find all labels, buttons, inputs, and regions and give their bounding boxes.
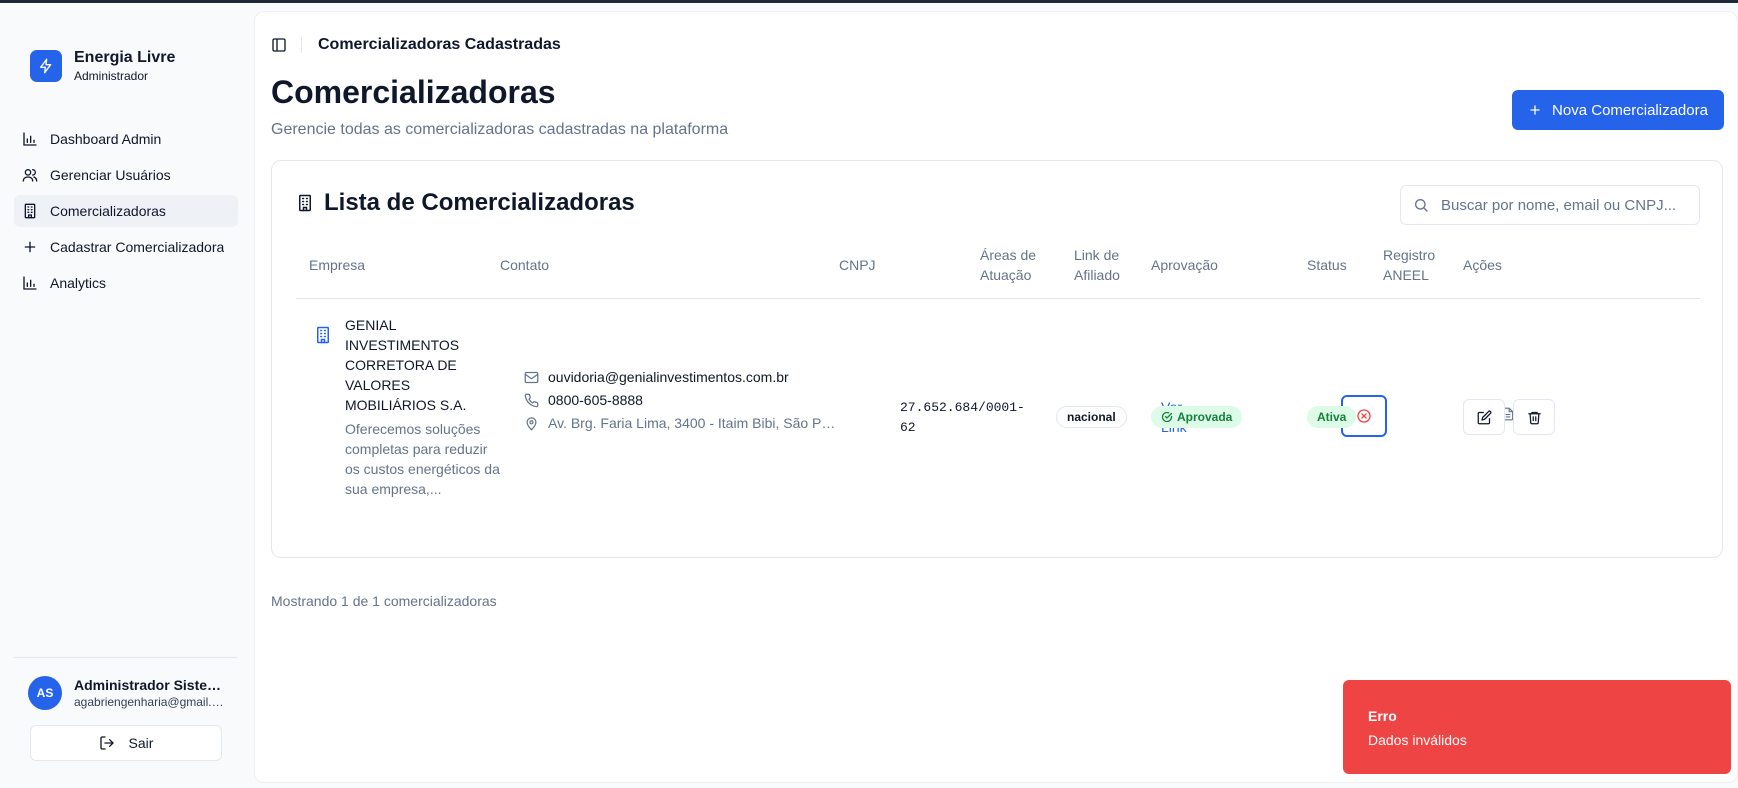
- logout-icon: [99, 736, 114, 750]
- column-header-registro: Registro ANEEL: [1383, 245, 1435, 285]
- edit-icon: [1477, 410, 1491, 424]
- contact-email: ouvidoria@genialinvestimentos.com.br: [524, 369, 789, 385]
- sidebar-item-label: Analytics: [50, 275, 107, 291]
- bar-chart-icon: [23, 132, 37, 146]
- column-header-status: Status: [1307, 257, 1347, 273]
- main-panel: Comercializadoras Cadastradas Comerciali…: [254, 11, 1738, 783]
- contact-phone-text: 0800-605-8888: [548, 392, 643, 408]
- map-pin-icon: [526, 416, 537, 431]
- search-input[interactable]: [1441, 196, 1691, 214]
- sidebar-item-label: Cadastrar Comercializadora: [50, 239, 225, 255]
- approval-badge: Aprovada: [1151, 406, 1243, 428]
- sidebar: Energia Livre Administrador Dashboard Ad…: [0, 3, 252, 788]
- building-icon: [317, 326, 329, 344]
- card-title: Lista de Comercializadoras: [296, 189, 635, 217]
- contact-phone: 0800-605-8888: [524, 392, 643, 408]
- column-header-aprovacao: Aprovação: [1151, 257, 1218, 273]
- building-icon: [299, 194, 311, 212]
- card-title-text: Lista de Comercializadoras: [324, 189, 635, 216]
- table-header-divider: [296, 298, 1700, 299]
- column-header-line: Registro: [1383, 247, 1436, 263]
- sidebar-item-dashboard-admin[interactable]: Dashboard Admin: [14, 123, 238, 155]
- mail-icon: [524, 371, 539, 383]
- trash-icon: [1527, 411, 1541, 424]
- comercializadoras-card: Lista de Comercializadoras Empresa Conta…: [271, 160, 1723, 558]
- brand-subtitle: Administrador: [74, 69, 149, 83]
- contact-email-text: ouvidoria@genialinvestimentos.com.br: [548, 369, 789, 385]
- breadcrumb: Comercializadoras Cadastradas: [318, 36, 561, 53]
- column-header-line: Afiliado: [1074, 267, 1120, 283]
- user-name: Administrador Sistema: [74, 677, 224, 693]
- column-header-empresa: Empresa: [309, 257, 366, 273]
- phone-icon: [524, 393, 539, 407]
- column-header-line: Link de: [1074, 247, 1120, 263]
- brand-title: Energia Livre: [74, 49, 176, 66]
- brand[interactable]: Energia Livre Administrador: [30, 48, 175, 84]
- search-box[interactable]: [1400, 185, 1700, 225]
- sidebar-item-gerenciar-usuarios[interactable]: Gerenciar Usuários: [14, 159, 238, 191]
- window-top-border: [0, 0, 1738, 3]
- contact-address-text: Av. Brg. Faria Lima, 3400 - Itaim Bibi, …: [548, 415, 838, 431]
- approval-badge-text: Aprovada: [1177, 410, 1233, 424]
- building-icon: [24, 203, 36, 219]
- status-badge: Ativa: [1307, 406, 1357, 428]
- page-title: Comercializadoras: [271, 74, 556, 110]
- users-icon: [22, 169, 38, 182]
- sidebar-item-cadastrar-comercializadora[interactable]: Cadastrar Comercializadora: [14, 231, 238, 263]
- column-header-areas: Áreas de Atuação: [980, 245, 1036, 285]
- sidebar-toggle-icon[interactable]: [271, 37, 287, 53]
- area-badge: nacional: [1056, 406, 1127, 428]
- delete-button[interactable]: [1513, 399, 1555, 435]
- logout-button[interactable]: Sair: [30, 725, 222, 761]
- user-email: agabriengenharia@gmail.com: [74, 695, 224, 709]
- column-header-cnpj: CNPJ: [839, 257, 876, 273]
- plus-icon: [1530, 105, 1540, 115]
- toast-message: Dados inválidos: [1368, 732, 1467, 748]
- check-circle-icon: [1161, 411, 1173, 423]
- sidebar-item-analytics[interactable]: Analytics: [14, 267, 238, 299]
- sidebar-nav: Dashboard Admin Gerenciar Usuários Comer…: [14, 123, 238, 303]
- cnpj-line: 62: [900, 420, 916, 435]
- pagination-summary: Mostrando 1 de 1 comercializadoras: [271, 593, 497, 609]
- bar-chart-icon: [23, 276, 37, 290]
- page-subtitle: Gerencie todas as comercializadoras cada…: [271, 121, 729, 138]
- user-profile[interactable]: AS Administrador Sistema agabriengenhari…: [28, 676, 228, 710]
- company-name: GENIAL INVESTIMENTOS CORRETORA DE VALORE…: [345, 317, 467, 413]
- sidebar-divider: [14, 657, 238, 658]
- edit-button[interactable]: [1463, 399, 1505, 435]
- header-separator: [301, 37, 302, 53]
- column-header-contato: Contato: [500, 257, 550, 273]
- new-comercializadora-button[interactable]: Nova Comercializadora: [1512, 90, 1724, 130]
- avatar: AS: [28, 676, 62, 710]
- column-header-line: ANEEL: [1383, 267, 1429, 283]
- new-button-label: Nova Comercializadora: [1552, 101, 1708, 119]
- header: Comercializadoras Cadastradas: [271, 34, 561, 56]
- column-header-link: Link de Afiliado: [1074, 245, 1120, 285]
- error-toast[interactable]: Erro Dados inválidos: [1343, 680, 1731, 774]
- column-header-line: Atuação: [980, 267, 1032, 283]
- company-description: Oferecemos soluções completas para reduz…: [345, 421, 500, 497]
- sidebar-item-comercializadoras[interactable]: Comercializadoras: [14, 195, 238, 227]
- column-header-line: Áreas de: [980, 247, 1037, 263]
- contact-address: Av. Brg. Faria Lima, 3400 - Itaim Bibi, …: [524, 415, 844, 431]
- sidebar-item-label: Dashboard Admin: [50, 131, 162, 147]
- cnpj-value: 27.652.684/0001- 62: [900, 398, 1030, 438]
- cnpj-line: 27.652.684/0001-: [900, 400, 1025, 415]
- lightning-icon: [30, 50, 62, 82]
- plus-icon: [24, 241, 36, 253]
- sidebar-item-label: Comercializadoras: [50, 203, 166, 219]
- search-icon: [1415, 199, 1428, 212]
- x-circle-icon: [1357, 409, 1371, 423]
- toast-title: Erro: [1368, 708, 1397, 724]
- column-header-acoes: Ações: [1463, 257, 1502, 273]
- logout-label: Sair: [128, 735, 154, 751]
- sidebar-item-label: Gerenciar Usuários: [50, 167, 171, 183]
